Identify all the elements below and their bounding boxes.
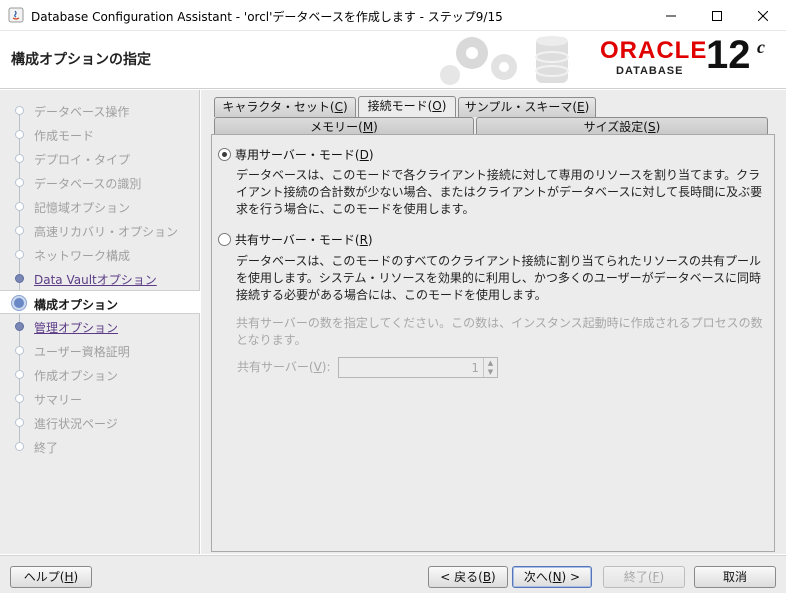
back-button[interactable]: < 戻る(B) [428,566,508,588]
step-creation-mode: 作成モード [0,122,200,146]
step-dot-icon [15,226,24,235]
step-storage-option: 記憶域オプション [0,194,200,218]
dedicated-server-description: データベースは、このモードで各クライアント接続に対して専用のリソースを割り当てま… [236,168,763,216]
step-deploy-type: デプロイ・タイプ [0,146,200,170]
finish-button[interactable]: 終了(F) [603,566,685,588]
step-database-operation: データベース操作 [0,98,200,122]
step-finish: 終了 [0,434,200,458]
tab-connection-mode[interactable]: 接続モード(O) [358,96,456,117]
step-dot-icon [15,178,24,187]
help-button[interactable]: ヘルプ(H) [10,566,92,588]
step-dot-icon [15,394,24,403]
spinner-up-icon[interactable]: ▲ [484,358,497,367]
step-database-identification: データベースの識別 [0,170,200,194]
database-logo-text: DATABASE [616,65,684,77]
step-data-vault-option[interactable]: Data Vaultオプション [0,266,200,290]
shared-servers-value: 1 [471,361,479,375]
shared-server-description: データベースは、このモードのすべてのクライアント接続に割り当てられたリソースの共… [236,254,762,302]
shared-server-hint: 共有サーバーの数を指定してください。この数は、インスタンス起動時に作成されるプロ… [236,316,763,347]
header-banner: 構成オプションの指定 ORACLE DATABASE 12 c [0,31,786,89]
tab-sample-schema[interactable]: サンプル・スキーマ(E) [458,97,596,117]
maximize-icon [712,10,722,21]
step-fast-recovery-option: 高速リカバリ・オプション [0,218,200,242]
step-dot-icon [15,370,24,379]
window-title: Database Configuration Assistant - 'orcl… [31,10,503,24]
cancel-button[interactable]: 取消 [694,566,776,588]
current-step-icon [12,296,26,310]
shared-servers-label: 共有サーバー(V): [237,360,331,374]
step-dot-icon [15,274,24,283]
tab-character-set[interactable]: キャラクタ・セット(C) [214,97,356,117]
step-management-option[interactable]: 管理オプション [0,314,200,338]
step-user-credentials: ユーザー資格証明 [0,338,200,362]
step-dot-icon [15,418,24,427]
next-button[interactable]: 次へ(N) > [512,566,592,588]
step-dot-icon [15,346,24,355]
step-network-config: ネットワーク構成 [0,242,200,266]
dedicated-server-radio[interactable]: 専用サーバー・モード(D) [218,146,374,162]
step-dot-icon [15,154,24,163]
close-icon [758,10,768,21]
gears-graphic [440,36,569,85]
step-config-option: 構成オプション [0,290,200,314]
shared-server-radio[interactable]: 共有サーバー・モード(R) [218,231,373,247]
step-dot-icon [15,130,24,139]
step-creation-option: 作成オプション [0,362,200,386]
close-button[interactable] [740,0,786,31]
oracle-logo-text: ORACLE [600,37,708,64]
steps-sidebar: データベース操作 作成モード デプロイ・タイプ データベースの識別 記憶域オプシ… [0,90,200,554]
step-dot-icon [15,322,24,331]
version-suffix: c [757,37,765,57]
shared-servers-spinner[interactable]: 1 ▲ ▼ [338,357,498,378]
step-summary: サマリー [0,386,200,410]
step-dot-icon [15,442,24,451]
step-dot-icon [15,202,24,211]
radio-selected-icon [218,147,231,161]
page-title: 構成オプションの指定 [11,52,151,68]
step-progress-page: 進行状況ページ [0,410,200,434]
window-titlebar: Database Configuration Assistant - 'orcl… [0,0,786,31]
spinner-down-icon[interactable]: ▼ [484,367,497,376]
step-dot-icon [15,106,24,115]
minimize-button[interactable] [648,0,694,31]
version-number: 12 [706,33,751,77]
maximize-button[interactable] [694,0,740,31]
minimize-icon [666,15,676,16]
step-dot-icon [15,250,24,259]
radio-unselected-icon [218,232,231,246]
java-app-icon [8,7,24,23]
